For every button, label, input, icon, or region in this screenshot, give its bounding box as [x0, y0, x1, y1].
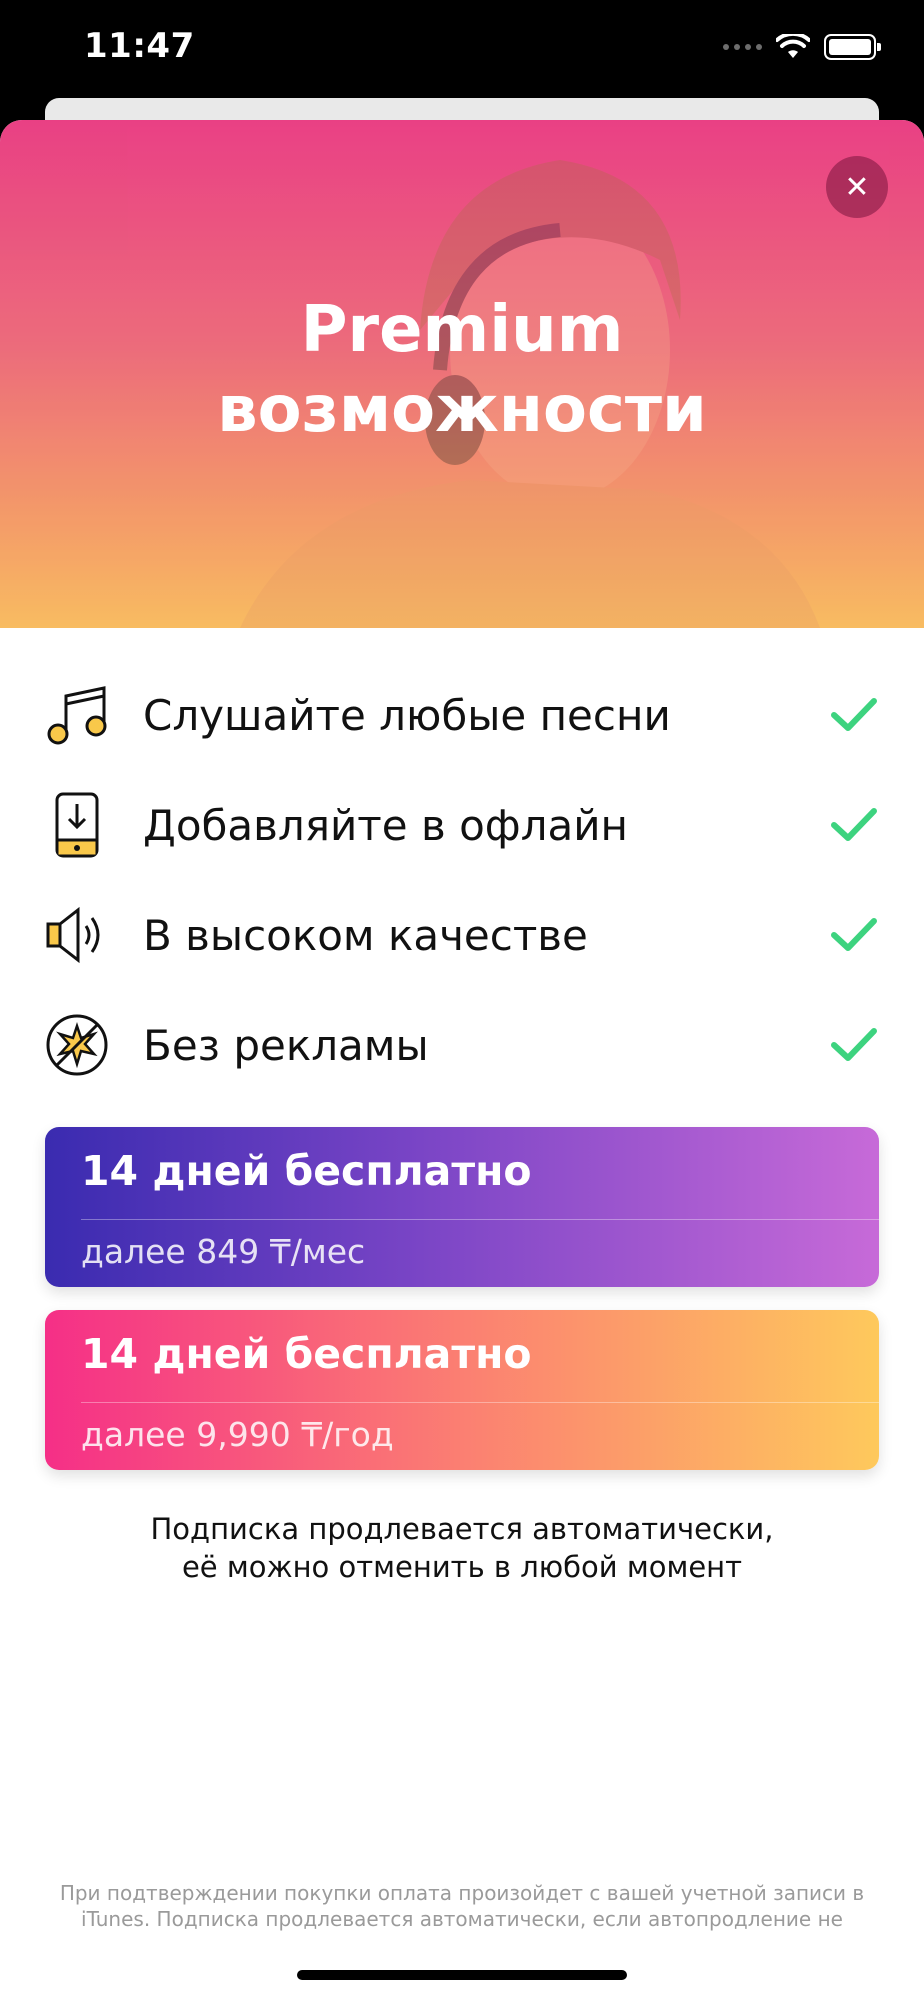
speaker-icon [44, 902, 110, 968]
feature-item-offline: Добавляйте в офлайн [0, 770, 924, 880]
check-icon [831, 808, 877, 841]
note-line1: Подписка продлевается автоматически, [150, 1512, 774, 1546]
feature-label: Слушайте любые песни [143, 690, 671, 740]
status-icons [723, 34, 881, 60]
plan-monthly-button[interactable]: 14 дней бесплатно далее 849 ₸/мес [45, 1127, 879, 1287]
feature-label: В высоком качестве [143, 910, 588, 960]
plan-title: 14 дней бесплатно [81, 1147, 532, 1195]
plan-price: далее 9,990 ₸/год [81, 1415, 394, 1454]
home-indicator[interactable] [297, 1970, 627, 1980]
signal-icon [723, 44, 762, 50]
hero-title-line2: возможности [217, 373, 707, 447]
plan-divider [81, 1219, 879, 1220]
check-icon [831, 698, 877, 731]
close-button[interactable]: ✕ [826, 156, 888, 218]
phone-download-icon [44, 792, 110, 858]
premium-sheet: ✕ Premium возможности Слушайте любые пес… [0, 120, 924, 2000]
feature-item-no-ads: Без рекламы [0, 990, 924, 1100]
check-icon [831, 918, 877, 951]
plan-divider [81, 1402, 879, 1403]
feature-item-songs: Слушайте любые песни [0, 660, 924, 770]
legal-text: При подтверждении покупки оплата произой… [59, 1881, 865, 1931]
close-icon: ✕ [844, 169, 870, 205]
no-ads-icon [44, 1012, 110, 1078]
status-time: 11:47 [84, 26, 195, 66]
feature-label: Без рекламы [143, 1020, 429, 1070]
status-bar: 11:47 [0, 0, 924, 100]
wifi-icon [776, 34, 810, 58]
hero-banner: ✕ Premium возможности [0, 120, 924, 628]
plan-yearly-button[interactable]: 14 дней бесплатно далее 9,990 ₸/год [45, 1310, 879, 1470]
check-icon [831, 1028, 877, 1061]
plan-price: далее 849 ₸/мес [81, 1232, 366, 1271]
plan-title: 14 дней бесплатно [81, 1330, 532, 1378]
music-notes-icon [44, 682, 110, 748]
feature-label: Добавляйте в офлайн [143, 800, 629, 850]
note-line2: её можно отменить в любой момент [181, 1550, 743, 1584]
hero-title: Premium возможности [0, 290, 924, 450]
feature-item-quality: В высоком качестве [0, 880, 924, 990]
subscription-note: Подписка продлевается автоматически, её … [0, 1510, 924, 1586]
hero-title-line1: Premium [300, 293, 624, 367]
battery-icon [824, 34, 881, 60]
